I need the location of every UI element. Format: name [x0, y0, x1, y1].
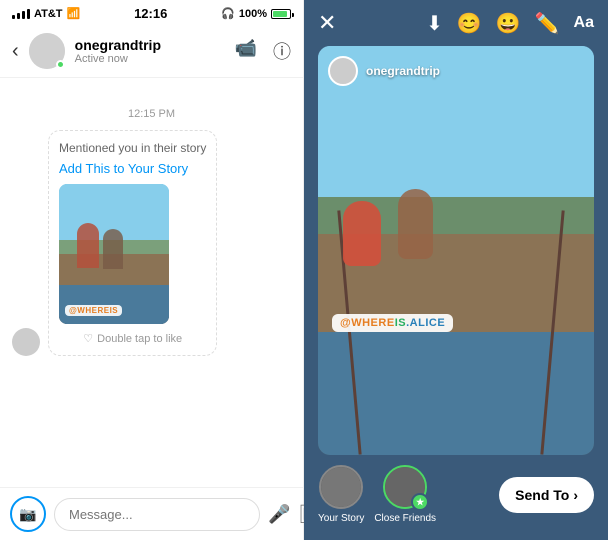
story-tag-part1: WHERE	[351, 317, 394, 329]
send-to-chevron: ›	[573, 487, 578, 503]
chat-body: 12:15 PM Mentioned you in their story Ad…	[0, 78, 303, 487]
download-icon[interactable]: ⬇	[426, 11, 443, 36]
story-username: onegrandtrip	[366, 64, 440, 78]
story-mention-text: Mentioned you in their story	[59, 141, 206, 155]
story-user-avatar	[328, 56, 358, 86]
signal-bars	[12, 9, 30, 19]
story-tag: @WHEREIS.ALICE	[332, 314, 453, 332]
double-tap-text: Double tap to like	[97, 333, 182, 345]
story-top-icons: ⬇ 😊 😀 ✏️ Aa	[426, 11, 594, 36]
your-story-label: Your Story	[318, 513, 364, 524]
headphones-icon: 🎧	[221, 7, 235, 20]
message-input[interactable]	[54, 498, 260, 531]
camera-icon: 📷	[19, 506, 36, 523]
signal-bar-3	[22, 11, 25, 19]
message-timestamp: 12:15 PM	[12, 108, 291, 120]
chat-header: ‹ onegrandtrip Active now 📹 ⓘ	[0, 25, 303, 78]
text-icon[interactable]: Aa	[574, 14, 594, 32]
story-thumbnail-tag: @WHEREIS	[65, 305, 122, 316]
microphone-button[interactable]: 🎤	[268, 504, 290, 525]
send-to-label: Send To	[515, 487, 569, 503]
wifi-icon: 📶	[67, 7, 81, 20]
story-top-bar: ✕ ⬇ 😊 😀 ✏️ Aa	[304, 0, 608, 46]
story-user-header: onegrandtrip	[328, 56, 440, 86]
story-thumbnail[interactable]: @WHEREIS	[59, 184, 169, 324]
signal-bar-4	[27, 9, 30, 19]
double-tap-hint: ♡ Double tap to like	[59, 332, 206, 345]
your-story-avatar-img	[321, 467, 361, 507]
close-friends-avatar-wrapper: ★	[383, 465, 427, 509]
contact-status: Active now	[75, 53, 225, 65]
online-indicator	[56, 60, 65, 69]
story-tag-part3: .ALICE	[406, 317, 445, 329]
story-background: onegrandtrip @WHEREIS.ALICE	[318, 46, 594, 455]
status-bar: AT&T 📶 12:16 🎧 100%	[0, 0, 303, 25]
send-to-button[interactable]: Send To ›	[499, 477, 594, 513]
story-tag-part2: IS	[395, 317, 406, 329]
camera-button[interactable]: 📷	[10, 496, 46, 532]
your-story-option[interactable]: Your Story	[318, 465, 364, 524]
sender-avatar	[12, 328, 40, 356]
right-panel: ✕ ⬇ 😊 😀 ✏️ Aa	[304, 0, 608, 540]
contact-info: onegrandtrip Active now	[75, 37, 225, 65]
header-actions: 📹 ⓘ	[235, 38, 291, 64]
draw-icon[interactable]: ✏️	[535, 11, 560, 36]
signal-bar-1	[12, 15, 15, 19]
emoji-icon[interactable]: 😊	[457, 11, 482, 36]
sticker-icon[interactable]: 😀	[496, 11, 521, 36]
close-friends-label: Close Friends	[374, 513, 436, 524]
battery-fill	[273, 11, 287, 17]
story-mention-container: Mentioned you in their story Add This to…	[12, 130, 291, 356]
signal-bar-2	[17, 13, 20, 19]
status-bar-right: 🎧 100%	[221, 7, 291, 20]
chat-input-bar: 📷 🎤 🖼 ➕	[0, 487, 303, 540]
close-friends-check: ★	[411, 493, 429, 511]
battery-label: 100%	[239, 8, 267, 20]
back-button[interactable]: ‹	[12, 40, 19, 63]
person-1	[343, 201, 381, 266]
time-display: 12:16	[134, 6, 167, 21]
story-viewer: onegrandtrip @WHEREIS.ALICE	[318, 46, 594, 455]
battery-indicator	[271, 9, 291, 19]
info-button[interactable]: ⓘ	[273, 38, 291, 64]
person-2	[398, 189, 433, 259]
contact-avatar	[29, 33, 65, 69]
contact-username: onegrandtrip	[75, 37, 225, 53]
checkmark-icon: ★	[416, 497, 424, 508]
story-bottom-bar: Your Story ★ Close Friends Send To ›	[304, 455, 608, 540]
close-friends-option[interactable]: ★ Close Friends	[374, 465, 436, 524]
add-to-story-link[interactable]: Add This to Your Story	[59, 161, 206, 176]
story-message-bubble: Mentioned you in their story Add This to…	[48, 130, 217, 356]
video-call-button[interactable]: 📹	[235, 38, 257, 64]
left-panel: AT&T 📶 12:16 🎧 100% ‹ onegrandtrip Activ…	[0, 0, 304, 540]
status-bar-left: AT&T 📶	[12, 7, 80, 20]
story-close-button[interactable]: ✕	[318, 10, 336, 36]
your-story-avatar	[319, 465, 363, 509]
story-tag-at: @	[340, 317, 351, 329]
story-thumbnail-image	[59, 184, 169, 324]
heart-icon: ♡	[83, 332, 93, 345]
carrier-label: AT&T	[34, 8, 63, 20]
